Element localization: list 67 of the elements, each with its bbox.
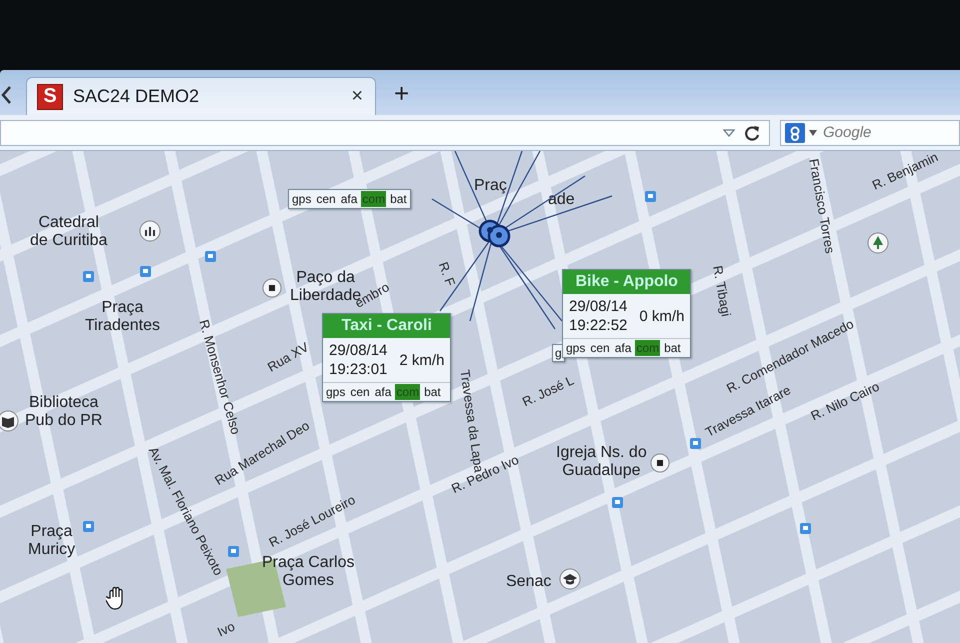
place-label: Senac — [506, 573, 552, 591]
bus-stop-icon[interactable] — [645, 191, 656, 202]
back-chevron-icon[interactable] — [0, 85, 12, 105]
status-label: bat — [663, 340, 682, 356]
status-label: bat — [423, 384, 442, 400]
street-label: Francisco Torres — [806, 158, 838, 254]
dot-icon[interactable] — [649, 452, 671, 474]
caret-icon[interactable] — [809, 130, 817, 136]
street-label: R. F — [436, 260, 458, 288]
place-label: Igreja Ns. do Guadalupe — [556, 444, 647, 480]
dot-icon[interactable] — [261, 277, 283, 299]
status-label: afa — [374, 384, 392, 400]
street-label: R. José L — [520, 372, 576, 410]
bus-stop-icon[interactable] — [83, 521, 94, 532]
status-label: cen — [349, 384, 371, 400]
status-label: com — [361, 191, 386, 207]
bus-stop-icon[interactable] — [612, 497, 623, 508]
status-label: cen — [589, 340, 611, 356]
vehicle-name: Taxi - Caroli — [323, 314, 450, 338]
status-label: gps — [291, 191, 312, 207]
place-label: Praça Tiradentes — [85, 299, 160, 334]
search-engine-icon[interactable] — [785, 122, 805, 142]
search-bar[interactable]: Google — [780, 120, 960, 146]
speed-text: 2 km/h — [399, 352, 444, 368]
street-label: R. Tibagi — [710, 264, 734, 318]
reload-icon[interactable] — [743, 124, 761, 142]
status-label: bat — [389, 191, 408, 207]
church-icon[interactable] — [139, 220, 161, 242]
book-icon[interactable] — [0, 410, 19, 432]
place-label: Praç — [474, 177, 507, 195]
time-text: 19:22:52 — [569, 317, 628, 334]
street-label: R. Nilo Cairo — [808, 378, 882, 424]
bus-stop-icon[interactable] — [690, 438, 701, 449]
bus-stop-icon[interactable] — [205, 251, 216, 262]
status-label: afa — [340, 191, 358, 207]
date-text: 29/08/14 — [329, 342, 388, 359]
status-label: com — [395, 384, 420, 400]
status-label: com — [635, 340, 660, 356]
vehicle-name: Bike - Appolo — [563, 270, 690, 294]
place-label: Praça Carlos Gomes — [262, 554, 354, 590]
status-label: afa — [614, 340, 632, 356]
tab-title: SAC24 DEMO2 — [73, 86, 200, 107]
speed-text: 0 km/h — [639, 308, 684, 324]
street-label: Rua XV — [264, 339, 312, 375]
place-label: Biblioteca Pub do PR — [25, 394, 102, 430]
dropdown-triangle-icon[interactable] — [723, 128, 735, 136]
new-tab-button[interactable]: + — [390, 78, 414, 109]
place-label: Catedral de Curitiba — [30, 214, 108, 250]
search-input[interactable]: Google — [821, 123, 945, 142]
bus-stop-icon[interactable] — [800, 523, 811, 534]
close-tab-button[interactable]: × — [349, 85, 365, 108]
place-label: Praça Muricy — [28, 523, 76, 558]
status-label: gps — [565, 340, 586, 356]
cap-icon[interactable] — [559, 568, 581, 590]
date-text: 29/08/14 — [569, 298, 628, 315]
tree-icon[interactable] — [867, 232, 889, 254]
street-label: Ivo — [214, 618, 238, 640]
time-text: 19:23:01 — [329, 361, 388, 378]
status-label: cen — [315, 191, 337, 207]
browser-tab[interactable]: S SAC24 DEMO2 × — [26, 77, 376, 115]
status-label: gps — [325, 384, 346, 400]
bus-stop-icon[interactable] — [140, 266, 151, 277]
place-label: ade — [548, 191, 575, 209]
site-logo: S — [37, 84, 63, 110]
bus-stop-icon[interactable] — [228, 546, 239, 557]
bus-stop-icon[interactable] — [83, 271, 94, 282]
marker-cluster-icon[interactable] — [478, 219, 512, 249]
